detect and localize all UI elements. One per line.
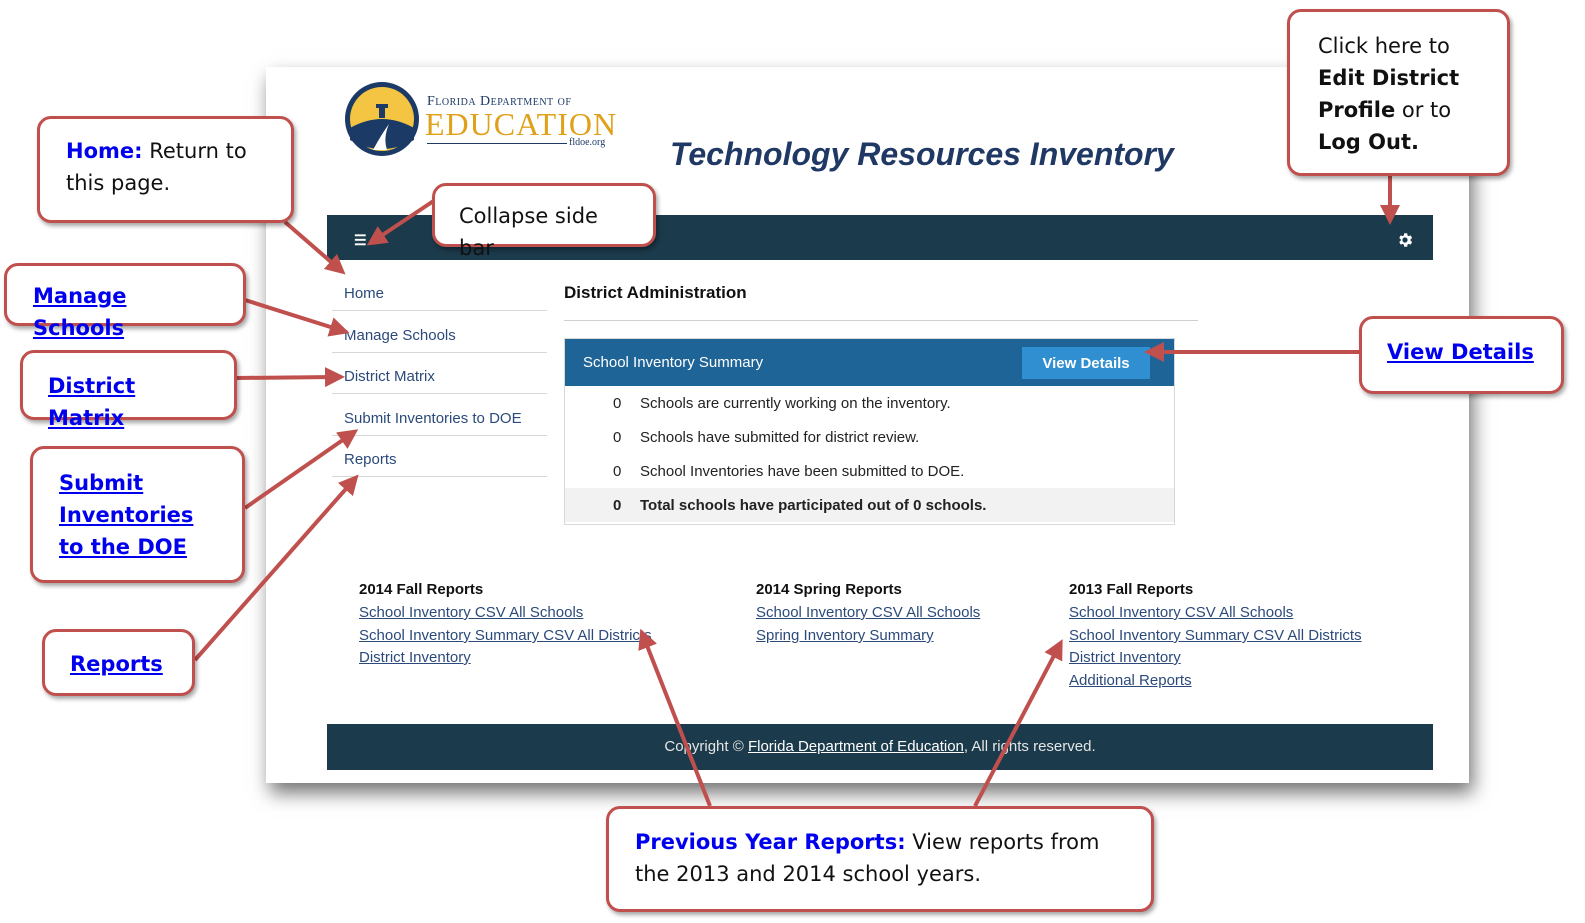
logo-url: fldoe.org: [569, 137, 606, 148]
footer-link[interactable]: Florida Department of Education: [748, 738, 964, 755]
callout-manage-schools: Manage Schools: [4, 263, 246, 340]
summary-panel-header: School Inventory Summary View Details: [565, 339, 1174, 386]
sidebar-item-district-matrix[interactable]: District Matrix: [344, 368, 435, 385]
sidebar-divider: [332, 310, 547, 311]
report-heading: 2013 Fall Reports: [1069, 581, 1194, 598]
logo-rule: [427, 143, 567, 144]
summary-count: 0: [613, 429, 622, 446]
summary-text: Schools are currently working on the inv…: [640, 395, 951, 412]
sidebar-divider: [332, 393, 547, 394]
gear-icon[interactable]: [1396, 231, 1414, 249]
report-link[interactable]: Spring Inventory Summary: [756, 627, 934, 644]
callout-submit-link[interactable]: Submit Inventories to the DOE: [59, 471, 193, 559]
sidebar-divider: [332, 435, 547, 436]
sidebar-item-reports[interactable]: Reports: [344, 451, 397, 468]
page-heading: District Administration: [564, 283, 747, 302]
report-link[interactable]: School Inventory Summary CSV All Distric…: [1069, 627, 1362, 644]
callout-view-details-link[interactable]: View Details: [1387, 340, 1534, 364]
report-link[interactable]: District Inventory: [359, 649, 471, 666]
report-heading: 2014 Spring Reports: [756, 581, 902, 598]
summary-text: School Inventories have been submitted t…: [640, 463, 965, 480]
callout-settings: Click here to Edit District Profile or t…: [1287, 9, 1510, 176]
fldoe-logo: Florida Department of EDUCATION fldoe.or…: [343, 80, 625, 162]
footer-prefix: Copyright ©: [664, 738, 748, 755]
report-link[interactable]: School Inventory Summary CSV All Distric…: [359, 627, 652, 644]
summary-count: 0: [613, 497, 622, 514]
summary-row: 0 Schools are currently working on the i…: [565, 386, 1174, 420]
report-link[interactable]: District Inventory: [1069, 649, 1181, 666]
callout-collapse: Collapse side bar: [432, 183, 656, 260]
sidebar-divider: [332, 352, 547, 353]
heading-divider: [564, 320, 1198, 321]
callout-previous-key: Previous Year Reports:: [635, 830, 906, 854]
sidebar-item-submit-inventories[interactable]: Submit Inventories to DOE: [344, 410, 522, 427]
sidebar-divider: [332, 476, 547, 477]
callout-submit: Submit Inventories to the DOE: [30, 446, 245, 583]
report-link[interactable]: Additional Reports: [1069, 672, 1192, 689]
callout-settings-mid: or to: [1401, 98, 1452, 122]
report-link[interactable]: School Inventory CSV All Schools: [1069, 604, 1293, 621]
summary-text: Total schools have participated out of 0…: [640, 497, 987, 514]
callout-home-key: Home:: [66, 139, 143, 163]
report-heading: 2014 Fall Reports: [359, 581, 484, 598]
app-title: Technology Resources Inventory: [670, 136, 1174, 172]
summary-count: 0: [613, 463, 622, 480]
callout-manage-schools-link[interactable]: Manage Schools: [33, 284, 126, 340]
summary-count: 0: [613, 395, 622, 412]
callout-home: Home: Return to this page.: [37, 116, 294, 223]
callout-reports: Reports: [42, 629, 195, 696]
callout-view-details: View Details: [1359, 316, 1564, 394]
page-footer: Copyright © Florida Department of Educat…: [327, 724, 1433, 770]
view-details-button[interactable]: View Details: [1022, 347, 1150, 379]
footer-text: Copyright © Florida Department of Educat…: [327, 738, 1433, 755]
summary-title: School Inventory Summary: [583, 354, 764, 371]
summary-total-row: 0 Total schools have participated out of…: [565, 488, 1174, 522]
summary-panel: School Inventory Summary View Details 0 …: [564, 338, 1175, 525]
callout-district-matrix: District Matrix: [20, 350, 237, 430]
report-link[interactable]: School Inventory CSV All Schools: [756, 604, 980, 621]
callout-district-matrix-link[interactable]: District Matrix: [48, 374, 135, 430]
callout-reports-link[interactable]: Reports: [70, 652, 163, 676]
footer-suffix: , All rights reserved.: [963, 738, 1096, 755]
report-link[interactable]: School Inventory CSV All Schools: [359, 604, 583, 621]
callout-previous-reports: Previous Year Reports: View reports from…: [606, 806, 1154, 912]
logo-emblem-icon: [345, 82, 419, 156]
sidebar-item-manage-schools[interactable]: Manage Schools: [344, 327, 456, 344]
callout-settings-logout: Log Out.: [1318, 130, 1419, 154]
hamburger-icon[interactable]: ☰: [354, 232, 367, 249]
sidebar-item-home[interactable]: Home: [344, 285, 384, 302]
summary-text: Schools have submitted for district revi…: [640, 429, 920, 446]
callout-settings-pre: Click here to: [1318, 34, 1450, 58]
summary-row: 0 Schools have submitted for district re…: [565, 420, 1174, 454]
summary-row: 0 School Inventories have been submitted…: [565, 454, 1174, 488]
